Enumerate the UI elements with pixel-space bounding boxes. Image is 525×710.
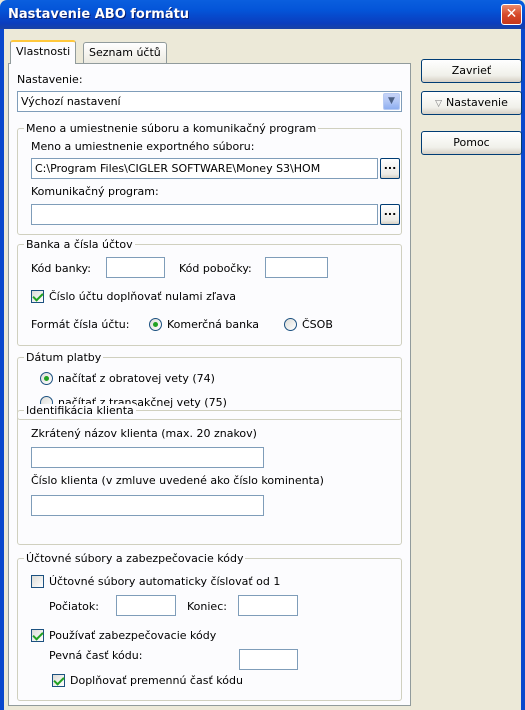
settings-button-label: Nastavenie — [446, 96, 508, 109]
date-group-title: Dátum platby — [24, 351, 104, 364]
start-input[interactable] — [116, 595, 176, 616]
use-codes-label: Používať zabezpečovacie kódy — [49, 629, 217, 642]
format-label: Formát čísla účtu: — [31, 318, 130, 331]
triangle-down-icon: ▽ — [435, 99, 443, 109]
short-name-input[interactable] — [31, 447, 264, 468]
program-browse-button[interactable]: ... — [380, 204, 400, 225]
window-title: Nastavenie ABO formátu — [8, 7, 190, 22]
branch-code-input[interactable] — [265, 257, 328, 278]
format-kb-label: Komerčná banka — [167, 318, 260, 331]
branch-code-label: Kód pobočky: — [179, 262, 252, 275]
export-browse-button[interactable]: ... — [380, 158, 400, 179]
tab-seznam-uctu[interactable]: Seznam účtů — [83, 42, 167, 63]
title-bar: Nastavenie ABO formátu ✕ — [0, 0, 525, 29]
client-number-input[interactable] — [31, 495, 264, 516]
nastavenie-label: Nastavenie: — [17, 73, 83, 86]
end-input[interactable] — [238, 595, 298, 616]
export-file-input[interactable]: C:\Program Files\CIGLER SOFTWARE\Money S… — [31, 158, 378, 179]
auto-number-label: Účtovné súbory automaticky číslovať od 1 — [49, 575, 281, 588]
settings-button[interactable]: ▽ Nastavenie — [421, 91, 522, 115]
date-obrat-radio[interactable] — [40, 372, 53, 385]
tab-vlastnosti[interactable]: Vlastnosti — [10, 40, 77, 64]
client-group-title: Identifikácia klienta — [24, 404, 136, 417]
file-group: Meno a umiestnenie súboru a komunikačný … — [17, 122, 402, 235]
bank-group: Banka a čísla účtov Kód banky: Kód poboč… — [17, 238, 402, 346]
file-group-title: Meno a umiestnenie súboru a komunikačný … — [24, 122, 319, 135]
client-group: Identifikácia klienta Zkrátený názov kli… — [17, 404, 402, 545]
close-icon[interactable]: ✕ — [501, 4, 522, 25]
nastavenie-selected-value: Výchozí nastavení — [21, 95, 121, 108]
accounting-group: Účtovné súbory a zabezpečovacie kódy Účt… — [17, 552, 402, 701]
fixed-part-input[interactable] — [239, 649, 298, 670]
chevron-down-icon[interactable]: ▼ — [383, 93, 400, 110]
use-codes-checkbox[interactable] — [31, 629, 44, 642]
client-number-label: Číslo klienta (v zmluve uvedené ako čísl… — [31, 474, 324, 487]
format-csob-radio[interactable] — [284, 318, 297, 331]
bank-code-input[interactable] — [106, 257, 165, 278]
start-label: Počiatok: — [49, 600, 99, 613]
properties-panel: Nastavenie: Výchozí nastavení ▼ Meno a u… — [8, 63, 411, 706]
close-button[interactable]: Zavrieť — [421, 59, 522, 83]
fixed-part-label: Pevná časť kódu: — [49, 649, 143, 662]
program-input[interactable] — [31, 204, 378, 225]
end-label: Koniec: — [187, 600, 227, 613]
program-label: Komunikačný program: — [31, 185, 159, 198]
help-button[interactable]: Pomoc — [421, 131, 522, 155]
fill-variable-checkbox[interactable] — [52, 674, 65, 687]
nastavenie-select[interactable]: Výchozí nastavení ▼ — [17, 91, 402, 112]
pad-zeros-label: Číslo účtu doplňovať nulami zľava — [49, 290, 236, 303]
auto-number-checkbox[interactable] — [31, 575, 44, 588]
date-obrat-label: načítať z obratovej vety (74) — [58, 372, 215, 385]
export-file-label: Meno a umiestnenie exportného súboru: — [31, 140, 255, 153]
short-name-label: Zkrátený názov klienta (max. 20 znakov) — [31, 427, 257, 440]
window-frame-right — [521, 29, 525, 710]
format-kb-radio[interactable] — [149, 318, 162, 331]
bank-group-title: Banka a čísla účtov — [24, 238, 135, 251]
fill-variable-label: Doplňovať premennú časť kódu — [70, 674, 243, 687]
window-frame-left — [0, 29, 4, 710]
accounting-group-title: Účtovné súbory a zabezpečovacie kódy — [24, 552, 246, 565]
pad-zeros-checkbox[interactable] — [31, 290, 44, 303]
bank-code-label: Kód banky: — [31, 262, 91, 275]
format-csob-label: ČSOB — [302, 318, 333, 331]
